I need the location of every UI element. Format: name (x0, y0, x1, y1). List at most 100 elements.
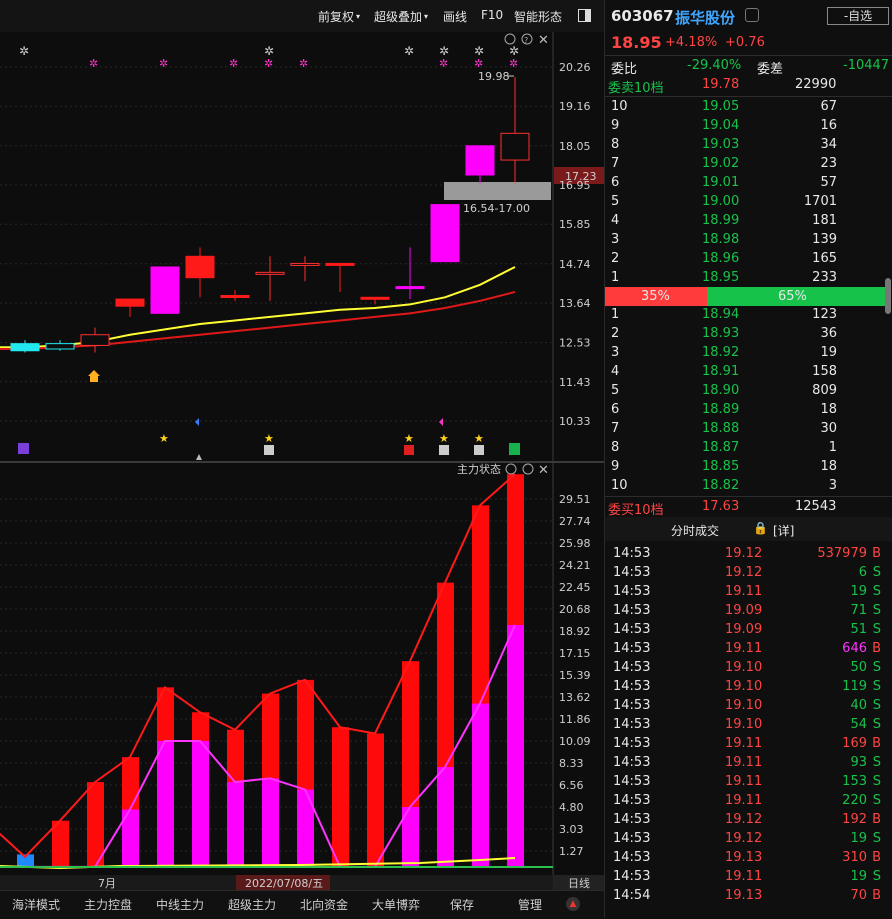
candle-body (360, 296, 390, 300)
smart-pattern-button[interactable]: 智能形态 (514, 8, 562, 25)
settings-icon[interactable] (505, 463, 517, 475)
tick-time: 14:53 (613, 565, 651, 580)
ask-row[interactable]: 2 18.96 165 (605, 250, 892, 269)
tick-volume: 119 (842, 679, 867, 694)
volume: 19 (820, 345, 837, 360)
candle-body (255, 271, 285, 275)
tick-row: 14:53 19.10 40 S (605, 697, 892, 716)
tick-time: 14:54 (613, 888, 651, 903)
indicator-bar-magenta (227, 782, 244, 867)
ask-row[interactable]: 6 19.01 57 (605, 174, 892, 193)
f10-button[interactable]: F10 (481, 8, 503, 22)
period-button[interactable]: 日线 (568, 876, 590, 890)
lock-icon[interactable]: 🔒 (753, 521, 768, 535)
tab-save[interactable]: 保存 (450, 896, 474, 913)
tab-ocean-mode[interactable]: 海洋模式 (12, 896, 60, 913)
indicator-bar-magenta (297, 789, 314, 867)
tab-midline-main[interactable]: 中线主力 (156, 896, 204, 913)
ask-row[interactable]: 8 19.03 34 (605, 136, 892, 155)
bid-row[interactable]: 6 18.89 18 (605, 401, 892, 420)
adjust-price-menu[interactable]: 前复权 (318, 8, 354, 25)
flag-icon (439, 418, 443, 426)
date-label: 2022/07/08/五 (245, 877, 323, 890)
tab-super-main[interactable]: 超级主力 (228, 896, 276, 913)
tick-time: 14:53 (613, 850, 651, 865)
buy10-volume: 12543 (795, 499, 837, 514)
bid-row[interactable]: 10 18.82 3 (605, 477, 892, 496)
tick-side: S (872, 717, 881, 732)
price-tick-label: 11.43 (559, 376, 591, 389)
volume: 1 (828, 440, 837, 455)
tab-manage[interactable]: 管理 (518, 896, 542, 913)
tick-side: S (872, 698, 881, 713)
price: 18.98 (702, 232, 740, 247)
kline-chart-area[interactable]: ✲ ✲ ✲ ✲ ✲ ✲ ✲ ✲ ✲ ✲ ✲ ✲ ✲ ✲ ? ✕ 16.54-17… (0, 32, 604, 890)
tick-side: S (872, 679, 881, 694)
price: 18.90 (702, 383, 740, 398)
close-icon[interactable]: ✕ (538, 33, 549, 48)
level: 3 (611, 345, 620, 360)
volume: 3 (828, 478, 837, 493)
bid-row[interactable]: 5 18.90 809 (605, 382, 892, 401)
help-icon[interactable] (522, 463, 534, 475)
level: 6 (611, 175, 620, 190)
layout-toggle-icon[interactable] (578, 9, 591, 22)
bid-row[interactable]: 9 18.85 18 (605, 458, 892, 477)
indicator-bar-red (87, 782, 104, 867)
tab-big-order[interactable]: 大单博弈 (372, 896, 420, 913)
volume: 16 (820, 118, 837, 133)
candle-body (115, 298, 145, 307)
level: 1 (611, 307, 620, 322)
tick-side: S (872, 565, 881, 580)
tab-main-control[interactable]: 主力控盘 (84, 896, 132, 913)
tick-side: B (872, 888, 881, 903)
price-tick-label: 19.16 (559, 100, 591, 113)
candle-body (185, 255, 215, 279)
tick-price: 19.11 (725, 755, 763, 770)
tick-time: 14:53 (613, 622, 651, 637)
indicator-tick-label: 24.21 (559, 559, 591, 572)
watchlist-button[interactable]: -自选 (827, 7, 889, 25)
ask-row[interactable]: 7 19.02 23 (605, 155, 892, 174)
ask-row[interactable]: 3 18.98 139 (605, 231, 892, 250)
bid-row[interactable]: 7 18.88 30 (605, 420, 892, 439)
tick-price: 19.12 (725, 546, 763, 561)
bid-row[interactable]: 3 18.92 19 (605, 344, 892, 363)
tick-time: 14:53 (613, 679, 651, 694)
ask-row[interactable]: 9 19.04 16 (605, 117, 892, 136)
price: 18.94 (702, 307, 740, 322)
bid-row[interactable]: 1 18.94 123 (605, 306, 892, 325)
star-marker-icon: ✲ (159, 57, 168, 70)
settings-icon[interactable] (504, 33, 516, 45)
indicator-tick-label: 20.68 (559, 603, 591, 616)
tick-time: 14:53 (613, 793, 651, 808)
ask-row[interactable]: 5 19.00 1701 (605, 193, 892, 212)
tick-volume: 310 (842, 850, 867, 865)
expand-icon[interactable]: ▲ (566, 897, 580, 911)
close-icon[interactable]: ✕ (538, 463, 549, 478)
price: 19.04 (702, 118, 740, 133)
bid-row[interactable]: 8 18.87 1 (605, 439, 892, 458)
volume: 34 (820, 137, 837, 152)
ask-row[interactable]: 1 18.95 233 (605, 269, 892, 288)
alert-bell-icon[interactable] (745, 8, 759, 22)
tick-row: 14:53 19.13 310 B (605, 849, 892, 868)
event-marker-icon (18, 443, 29, 454)
tick-side: S (872, 774, 881, 789)
bid-row[interactable]: 4 18.91 158 (605, 363, 892, 382)
level: 3 (611, 232, 620, 247)
indicator-bar-magenta (262, 778, 279, 867)
level: 7 (611, 156, 620, 171)
indicator-tick-label: 13.62 (559, 691, 591, 704)
indicator-tick-label: 22.45 (559, 581, 591, 594)
ticks-detail-link[interactable]: [详] (773, 522, 794, 539)
ask-row[interactable]: 4 18.99 181 (605, 212, 892, 231)
tick-row: 14:53 19.12 6 S (605, 564, 892, 583)
star-marker-icon: ✲ (474, 57, 483, 70)
ask-row[interactable]: 10 19.05 67 (605, 98, 892, 117)
super-overlay-menu[interactable]: 超级叠加 (374, 8, 422, 25)
tab-northbound[interactable]: 北向资金 (300, 896, 348, 913)
level: 7 (611, 421, 620, 436)
bid-row[interactable]: 2 18.93 36 (605, 325, 892, 344)
draw-line-button[interactable]: 画线 (443, 8, 467, 25)
